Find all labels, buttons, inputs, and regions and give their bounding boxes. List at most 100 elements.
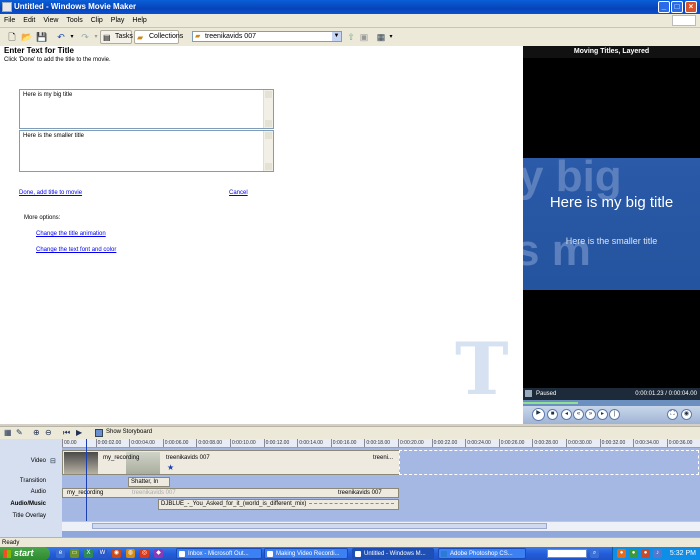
timeline-scrollbar[interactable]: [62, 521, 700, 531]
done-add-title-link[interactable]: Done, add title to movie: [19, 190, 82, 196]
word-icon[interactable]: W: [98, 549, 107, 558]
expand-video-icon[interactable]: ⊟: [50, 457, 56, 465]
menu-help[interactable]: Help: [128, 14, 150, 27]
next-frame-button[interactable]: ▸: [597, 409, 608, 420]
seek-progress: [523, 402, 578, 404]
ruler-tick: 0:00:26.00: [498, 439, 525, 447]
volume-icon[interactable]: ♪: [653, 549, 662, 558]
ruler-tick: 0:00:20.00: [398, 439, 424, 447]
menu-file[interactable]: File: [0, 14, 19, 27]
tray-icon[interactable]: ●: [629, 549, 638, 558]
status-text: Ready: [2, 540, 20, 546]
tasks-button[interactable]: ▤ Tasks: [100, 30, 133, 44]
ie-icon[interactable]: e: [56, 549, 65, 558]
paused-icon: [525, 390, 532, 397]
taskbar-item-photoshop[interactable]: Adobe Photoshop CS...: [438, 548, 526, 559]
player-controls: ▶ ■ ◂ « » ▸ | ⛶ ◉: [523, 406, 700, 424]
excel-icon[interactable]: X: [84, 549, 93, 558]
playhead[interactable]: [86, 439, 87, 524]
ruler-tick: 0:00:12.00: [263, 439, 290, 447]
status-bar: Ready: [0, 537, 700, 547]
ruler-tick: 0:00:04.00: [129, 439, 155, 447]
views-dropdown-icon[interactable]: ▾: [385, 31, 397, 43]
ruler-tick: 0:00:08.00: [196, 439, 223, 447]
zoom-out-icon[interactable]: ⊖: [45, 428, 52, 437]
save-project-icon[interactable]: 💾: [36, 31, 48, 43]
textbox-scrollbar[interactable]: [263, 90, 273, 128]
taskbar-search-input[interactable]: [547, 549, 587, 558]
transition-clip[interactable]: Shatter, In: [128, 477, 170, 487]
app-icon[interactable]: ◆: [154, 549, 163, 558]
video-clip-label: treenikavids 007: [166, 455, 210, 461]
chrome-icon[interactable]: ◎: [140, 549, 149, 558]
cancel-link[interactable]: Cancel: [229, 190, 248, 196]
music-clip[interactable]: DJBLUE_-_You_Asked_for_it_(world_is_diff…: [158, 499, 399, 510]
menu-view[interactable]: View: [39, 14, 62, 27]
up-folder-icon[interactable]: ⇧: [345, 31, 357, 43]
snapshot-button[interactable]: ◉: [681, 409, 692, 420]
player-status-bar: Paused 0:00:01.23 / 0:00:04.00: [523, 388, 700, 400]
toolbar: 🗋 📂 💾 ↶ ▾ ↷ ▾ ▤ Tasks ▰ Collections ⇧ ▣ ▦ …: [0, 28, 700, 47]
taskbar-item-browser[interactable]: Making Video Recordi...: [264, 548, 348, 559]
undo-dropdown-icon[interactable]: ▾: [66, 31, 78, 43]
menu-tools[interactable]: Tools: [62, 14, 86, 27]
audio-clip[interactable]: my_recording treenikavids 007 treenikavi…: [62, 488, 399, 498]
media-icon[interactable]: ◉: [112, 549, 121, 558]
video-clip[interactable]: my_recording treenikavids 007 treeni... …: [62, 450, 399, 475]
stop-button[interactable]: ■: [547, 409, 558, 420]
preview-title: Moving Titles, Layered: [523, 46, 700, 58]
previous-frame-button[interactable]: ◂: [561, 409, 572, 420]
close-button[interactable]: ×: [685, 1, 697, 13]
open-project-icon[interactable]: 📂: [21, 31, 33, 43]
new-project-icon[interactable]: 🗋: [6, 31, 18, 43]
panel-heading: Enter Text for Title: [4, 46, 74, 55]
windows-logo-icon: [672, 15, 696, 26]
desktop-icon[interactable]: ▭: [70, 549, 79, 558]
track-label-video: Video: [30, 458, 46, 464]
maximize-button[interactable]: □: [671, 1, 683, 13]
subtitle-textbox[interactable]: Here is the smaller title: [19, 130, 274, 172]
chevron-down-icon[interactable]: ▼: [332, 32, 341, 41]
menu-clip[interactable]: Clip: [87, 14, 107, 27]
narrate-icon[interactable]: ✎: [16, 428, 23, 437]
taskbar: start e ▭ X W ◉ ◍ ◎ ◆ Inbox - Microsoft …: [0, 547, 700, 560]
empty-video-slot[interactable]: [399, 450, 699, 475]
browser-icon: [267, 551, 273, 557]
minimize-button[interactable]: _: [658, 1, 670, 13]
collections-button[interactable]: ▰ Collections: [134, 30, 183, 44]
tray-icon[interactable]: ●: [641, 549, 650, 558]
rewind-button[interactable]: «: [573, 409, 584, 420]
collection-dropdown[interactable]: ▰ treenikavids 007 ▼: [192, 31, 342, 42]
change-animation-link[interactable]: Change the title animation: [36, 231, 106, 237]
split-clip-button[interactable]: |: [609, 409, 620, 420]
taskbar-item-movie-maker[interactable]: Untitled - Windows M...: [352, 548, 434, 559]
rewind-timeline-icon[interactable]: ⏮: [63, 428, 70, 438]
play-timeline-icon[interactable]: ▶: [76, 428, 82, 437]
taskbar-item-outlook[interactable]: Inbox - Microsoft Out...: [176, 548, 262, 559]
forward-button[interactable]: »: [585, 409, 596, 420]
new-folder-icon[interactable]: ▣: [358, 31, 370, 43]
timeline-scroll-thumb[interactable]: [92, 523, 547, 529]
storyboard-icon[interactable]: ▦: [4, 428, 12, 437]
search-icon[interactable]: ⌕: [590, 549, 599, 558]
firefox-icon[interactable]: ◍: [126, 549, 135, 558]
app-icon[interactable]: [2, 2, 12, 12]
outlook-icon: [179, 551, 185, 557]
fullscreen-button[interactable]: ⛶: [667, 409, 678, 420]
menu-play[interactable]: Play: [107, 14, 129, 27]
timeline-ruler[interactable]: 00.00 0:00:02.00 0:00:04.00 0:00:06.00 0:00:…: [62, 439, 700, 448]
title-overlay-track: [62, 511, 700, 521]
change-font-link[interactable]: Change the text font and color: [36, 247, 116, 253]
storyboard-view-icon: [95, 429, 103, 437]
menu-edit[interactable]: Edit: [19, 14, 39, 27]
ruler-tick: 0:00:16.00: [330, 439, 357, 447]
main-title-textbox[interactable]: Here is my big title: [19, 89, 274, 129]
zoom-in-icon[interactable]: ⊕: [33, 428, 40, 437]
tray-icon[interactable]: ●: [617, 549, 626, 558]
textbox-scrollbar[interactable]: [263, 131, 273, 171]
clock: 5:32 PM: [669, 550, 696, 557]
play-button[interactable]: ▶: [532, 408, 545, 421]
show-storyboard-button[interactable]: Show Storyboard: [106, 429, 152, 435]
start-button[interactable]: start: [0, 547, 50, 560]
player-time: 0:00:01.23 / 0:00:04.00: [635, 391, 697, 397]
